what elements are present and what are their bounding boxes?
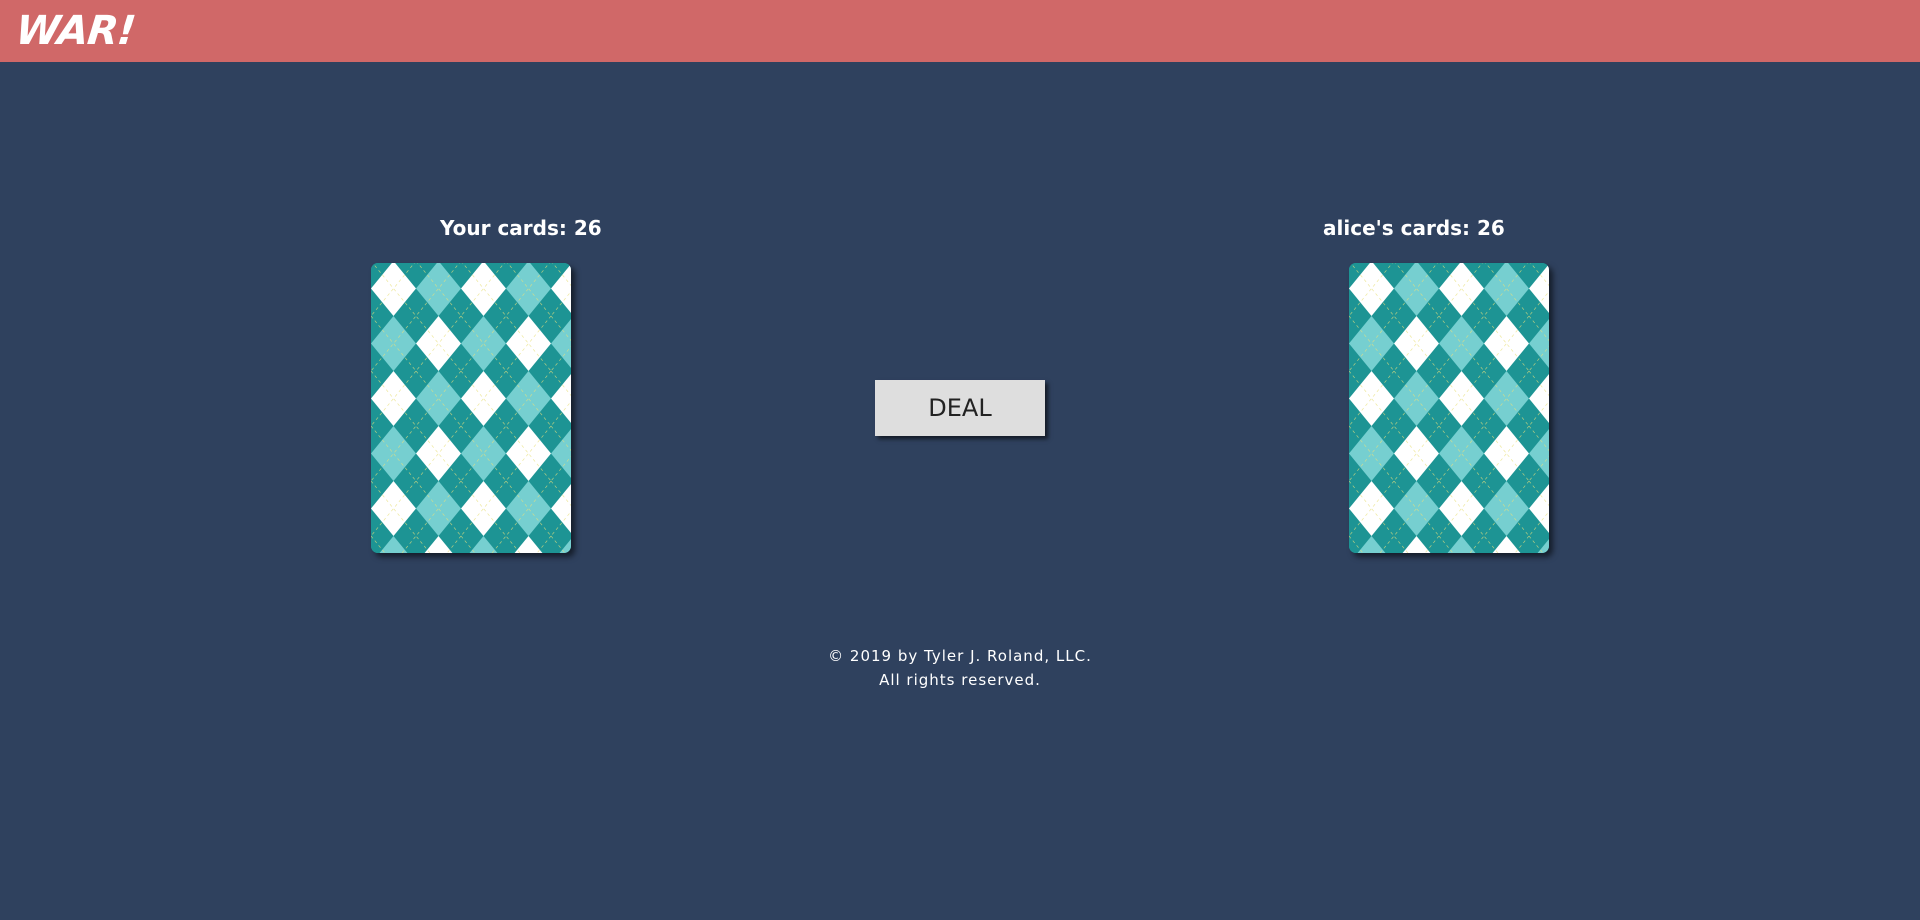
argyle-card-back-icon [1349,263,1549,553]
deal-button[interactable]: DEAL [875,380,1045,436]
argyle-card-back-icon [371,263,571,553]
player-card-count: Your cards: 26 [440,216,602,240]
rights-text: All rights reserved. [879,671,1041,689]
top-header: WAR! [0,0,1920,62]
copyright-text: © 2019 by Tyler J. Roland, LLC. [828,647,1092,665]
opponent-deck [1349,263,1549,553]
game-logo: WAR! [13,8,138,54]
player-deck[interactable] [371,263,571,553]
opponent-card-count: alice's cards: 26 [1323,216,1505,240]
footer: © 2019 by Tyler J. Roland, LLC. All righ… [0,644,1920,692]
